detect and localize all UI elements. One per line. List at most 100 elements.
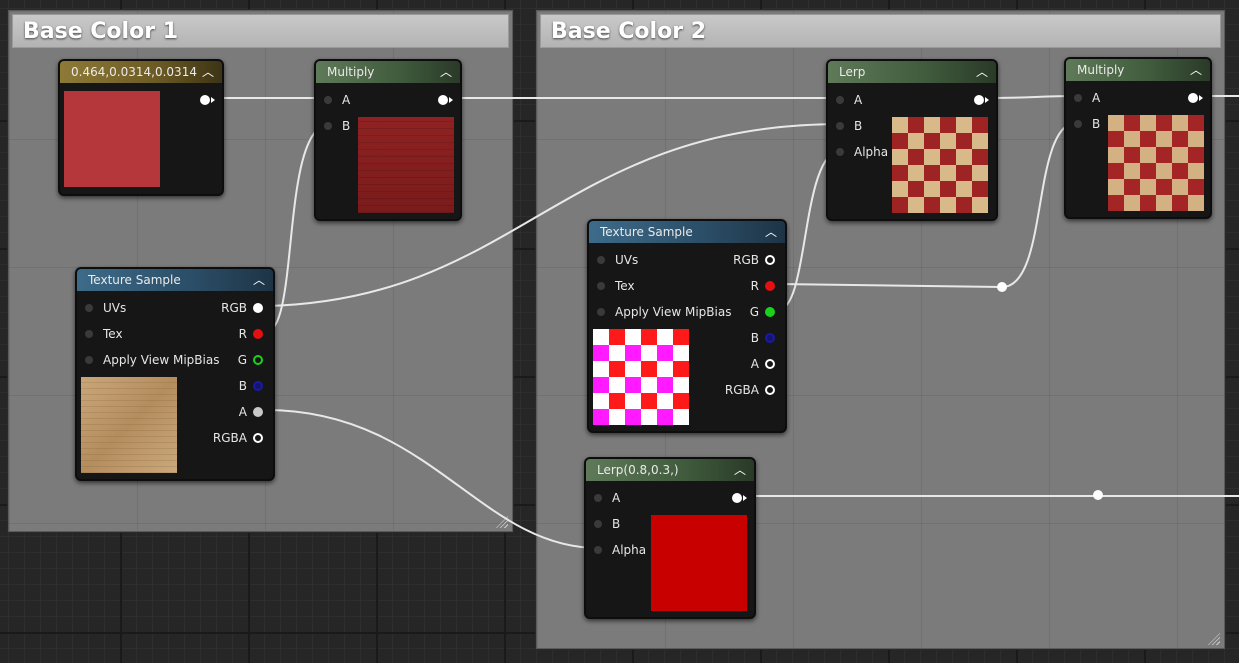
output-pin-r[interactable] xyxy=(253,329,263,339)
output-pin-icon[interactable] xyxy=(200,95,210,105)
pin-label: Tex xyxy=(615,279,635,293)
input-pin-a[interactable]: A xyxy=(828,93,862,107)
lerp-constant-node[interactable]: Lerp(0.8,0.3,) ︿ A B Alpha xyxy=(584,457,756,619)
input-pin-a[interactable]: A xyxy=(1066,91,1100,105)
chevron-up-icon[interactable]: ︿ xyxy=(253,269,265,291)
pin-dot-icon xyxy=(594,520,602,528)
node-title: Texture Sample xyxy=(600,225,693,239)
output-pin-icon[interactable] xyxy=(732,493,742,503)
pin-dot-icon xyxy=(836,96,844,104)
node-title: Lerp xyxy=(839,65,866,79)
input-pin-mipbias[interactable]: Apply View MipBias xyxy=(589,305,731,319)
chevron-up-icon[interactable]: ︿ xyxy=(734,459,746,481)
node-header[interactable]: Texture Sample ︿ xyxy=(589,221,785,243)
node-header[interactable]: 0.464,0.0314,0.0314 ︿ xyxy=(60,61,222,83)
output-pin-r-label: R xyxy=(750,279,759,293)
output-pin-a[interactable] xyxy=(765,359,775,369)
node-title: Multiply xyxy=(327,65,375,79)
pin-arrow-icon xyxy=(1199,95,1203,101)
output-pin-b[interactable] xyxy=(253,381,263,391)
pin-dot-icon xyxy=(836,148,844,156)
input-pin-b[interactable]: B xyxy=(316,119,350,133)
multiply-node-2[interactable]: Multiply ︿ A B xyxy=(1064,57,1212,219)
output-pin-g[interactable] xyxy=(765,307,775,317)
pin-dot-icon xyxy=(324,122,332,130)
pin-label: B xyxy=(612,517,621,531)
output-pin-rgba[interactable] xyxy=(765,385,775,395)
output-pin-icon[interactable] xyxy=(438,95,448,105)
output-pin-b-label: B xyxy=(750,331,759,345)
output-pin-b-label: B xyxy=(238,379,247,393)
pin-arrow-icon xyxy=(743,495,747,501)
pin-label: Alpha xyxy=(612,543,647,557)
reroute-node xyxy=(1093,490,1103,500)
chevron-up-icon[interactable]: ︿ xyxy=(1190,59,1202,81)
input-pin-mipbias[interactable]: Apply View MipBias xyxy=(77,353,219,367)
chevron-up-icon[interactable]: ︿ xyxy=(440,61,452,83)
input-pin-uvs[interactable]: UVs xyxy=(77,301,126,315)
output-pin-icon[interactable] xyxy=(1188,93,1198,103)
texture-preview xyxy=(1108,115,1204,211)
reroute-node xyxy=(997,282,1007,292)
output-pin-rgb[interactable] xyxy=(765,255,775,265)
node-header[interactable]: Multiply ︿ xyxy=(1066,59,1210,81)
color-preview xyxy=(64,91,160,187)
input-pin-tex[interactable]: Tex xyxy=(589,279,635,293)
output-pin-a[interactable] xyxy=(253,407,263,417)
output-pin-rgba-label: RGBA xyxy=(724,383,759,397)
output-pin-rgb-label: RGB xyxy=(733,253,759,267)
output-pin-rgb[interactable] xyxy=(253,303,263,313)
node-header[interactable]: Lerp(0.8,0.3,) ︿ xyxy=(586,459,754,481)
output-pin-g-label: G xyxy=(237,353,247,367)
pin-label: A xyxy=(1092,91,1101,105)
texture-sample-node-2[interactable]: Texture Sample ︿ UVs Tex Apply View MipB… xyxy=(587,219,787,433)
pin-label: Tex xyxy=(103,327,123,341)
input-pin-b[interactable]: B xyxy=(828,119,862,133)
pin-label: A xyxy=(612,491,621,505)
input-pin-a[interactable]: A xyxy=(586,491,620,505)
node-header[interactable]: Lerp ︿ xyxy=(828,61,996,83)
texture-preview xyxy=(892,117,988,213)
wire-tex1-a-to-lerp2-alpha xyxy=(265,409,599,549)
lerp-node[interactable]: Lerp ︿ A B Alpha xyxy=(826,59,998,221)
input-pin-alpha[interactable]: Alpha xyxy=(586,543,646,557)
node-header[interactable]: Multiply ︿ xyxy=(316,61,460,83)
texture-preview xyxy=(81,377,177,473)
input-pin-uvs[interactable]: UVs xyxy=(589,253,638,267)
input-pin-tex[interactable]: Tex xyxy=(77,327,123,341)
input-pin-b[interactable]: B xyxy=(1066,117,1100,131)
multiply-node[interactable]: Multiply ︿ A B xyxy=(314,59,462,221)
pin-label: B xyxy=(342,119,351,133)
pin-dot-icon xyxy=(324,96,332,104)
input-pin-b[interactable]: B xyxy=(586,517,620,531)
pin-arrow-icon xyxy=(449,97,453,103)
chevron-up-icon[interactable]: ︿ xyxy=(202,61,214,83)
output-pin-b[interactable] xyxy=(765,333,775,343)
input-pin-alpha[interactable]: Alpha xyxy=(828,145,888,159)
chevron-up-icon[interactable]: ︿ xyxy=(765,221,777,243)
pin-label: A xyxy=(342,93,351,107)
node-header[interactable]: Texture Sample ︿ xyxy=(77,269,273,291)
output-pin-g[interactable] xyxy=(253,355,263,365)
node-title: Multiply xyxy=(1077,63,1125,77)
pin-dot-icon xyxy=(1074,120,1082,128)
chevron-up-icon[interactable]: ︿ xyxy=(976,61,988,83)
output-pin-g-label: G xyxy=(749,305,759,319)
output-pin-a-label: A xyxy=(238,405,247,419)
pin-dot-icon xyxy=(597,282,605,290)
output-pin-r[interactable] xyxy=(765,281,775,291)
pin-dot-icon xyxy=(597,308,605,316)
texture-preview xyxy=(593,329,689,425)
texture-preview xyxy=(358,117,454,213)
pin-label: UVs xyxy=(103,301,127,315)
output-pin-a-label: A xyxy=(750,357,759,371)
input-pin-a[interactable]: A xyxy=(316,93,350,107)
pin-label: B xyxy=(854,119,863,133)
constant-color-node[interactable]: 0.464,0.0314,0.0314 ︿ xyxy=(58,59,224,196)
output-pin-icon[interactable] xyxy=(974,95,984,105)
output-pin-rgba[interactable] xyxy=(253,433,263,443)
texture-sample-node[interactable]: Texture Sample ︿ UVs Tex Apply View MipB… xyxy=(75,267,275,481)
output-pin-rgb-label: RGB xyxy=(221,301,247,315)
pin-dot-icon xyxy=(85,304,93,312)
pin-dot-icon xyxy=(85,330,93,338)
